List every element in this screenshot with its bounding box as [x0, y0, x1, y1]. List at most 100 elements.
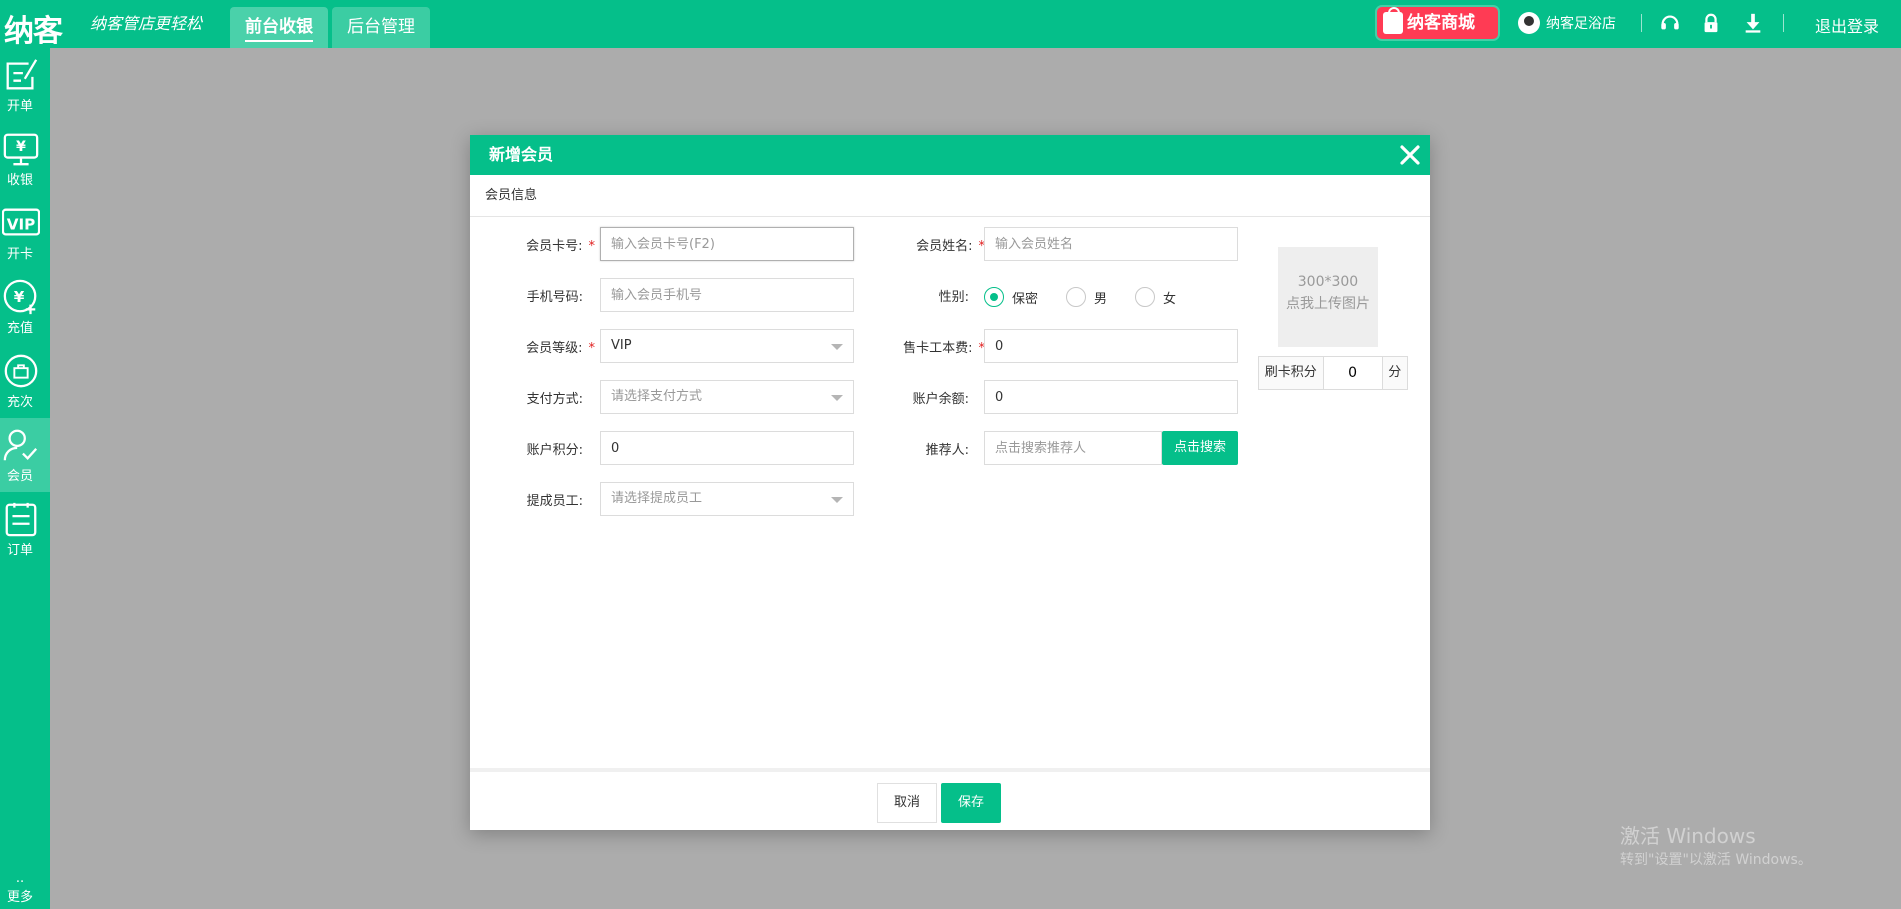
tab-backend-management[interactable]: 后台管理 — [332, 7, 430, 48]
logout-button[interactable]: 退出登录 — [1815, 13, 1879, 37]
order-icon — [5, 502, 37, 537]
select-value: VIP — [611, 338, 632, 353]
user-menu[interactable]: 纳客足浴店 — [1518, 12, 1616, 34]
watermark-line2: 转到"设置"以激活 Windows。 — [1620, 852, 1812, 868]
add-member-dialog: 新增会员 会员信息 会员卡号:* 会员姓名:* 手机号码: 性别: 保密 男 女… — [470, 135, 1430, 830]
sidebar-item-label: 订单 — [6, 543, 33, 558]
photo-upload[interactable]: 300*300 点我上传图片 — [1278, 247, 1378, 347]
sidebar-item-order[interactable]: 订单 — [0, 492, 50, 566]
points-label: 账户积分: — [526, 443, 583, 458]
sidebar-item-open-card[interactable]: VIP 开卡 — [0, 196, 50, 270]
member-name-label: 会员姓名: * — [916, 239, 985, 254]
radio-label: 女 — [1163, 291, 1177, 307]
sidebar-item-open-order[interactable]: 开单 — [0, 48, 50, 122]
dialog-header: 新增会员 — [470, 135, 1430, 175]
radio-dot — [984, 287, 1004, 307]
sidebar-item-label: 开单 — [6, 99, 33, 114]
gender-radio-female[interactable]: 女 — [1135, 287, 1176, 307]
sidebar-more-label: 更多 — [6, 890, 33, 905]
shopping-bag-icon — [1383, 7, 1403, 34]
member-icon — [3, 429, 38, 461]
staff-label: 提成员工: — [526, 494, 583, 509]
chevron-down-icon — [831, 497, 843, 503]
save-button[interactable]: 保存 — [941, 783, 1001, 823]
card-no-input[interactable] — [600, 227, 854, 261]
swipe-points-input[interactable] — [1323, 357, 1382, 389]
gender-radio-male[interactable]: 男 — [1066, 287, 1107, 307]
chevron-down-icon — [831, 344, 843, 350]
svg-text:VIP: VIP — [7, 216, 36, 234]
sidebar-item-label: 充次 — [6, 395, 33, 410]
windows-activation-watermark: 激活 Windows 转到"设置"以激活 Windows。 — [1620, 820, 1812, 869]
sidebar-item-label: 充值 — [6, 321, 33, 336]
vip-card-icon: VIP — [2, 208, 40, 236]
tab-label: 前台收银 — [245, 17, 313, 42]
gender-label: 性别: — [938, 290, 969, 305]
member-level-label: 会员等级: * — [526, 341, 595, 356]
upload-size: 300*300 — [1297, 274, 1359, 290]
select-placeholder: 请选择支付方式 — [611, 389, 703, 404]
section-title: 会员信息 — [470, 175, 1430, 217]
card-fee-input[interactable] — [984, 329, 1238, 363]
sidebar-item-cashier[interactable]: ¥ 收银 — [0, 122, 50, 196]
sidebar-item-label: 收银 — [6, 173, 33, 188]
mall-label: 纳客商城 — [1407, 13, 1475, 33]
sidebar-item-recharge-times[interactable]: 充次 — [0, 344, 50, 418]
cashier-icon: ¥ — [3, 133, 39, 166]
edit-icon — [6, 59, 38, 90]
sidebar-item-member[interactable]: 会员 — [0, 418, 50, 492]
avatar-icon — [1518, 12, 1540, 34]
lock-icon[interactable] — [1700, 12, 1722, 34]
recharge-icon: ¥ — [3, 279, 37, 315]
member-name-input[interactable] — [984, 227, 1238, 261]
tab-front-cashier[interactable]: 前台收银 — [230, 7, 328, 48]
download-icon[interactable] — [1742, 12, 1764, 34]
divider — [1783, 14, 1784, 32]
app-slogan: 纳客管店更轻松 — [90, 14, 203, 33]
search-referrer-button[interactable]: 点击搜索 — [1162, 431, 1238, 465]
balance-label: 账户余额: — [912, 392, 969, 407]
user-name: 纳客足浴店 — [1546, 16, 1616, 32]
sidebar-item-label: 会员 — [6, 469, 33, 484]
referrer-label: 推荐人: — [925, 443, 969, 458]
headset-icon[interactable] — [1659, 12, 1681, 34]
upload-hint: 点我上传图片 — [1286, 296, 1370, 312]
radio-dot — [1066, 287, 1086, 307]
balance-input[interactable] — [984, 380, 1238, 414]
member-level-select[interactable]: VIP — [600, 329, 854, 363]
svg-text:¥: ¥ — [16, 139, 26, 155]
top-bar: 纳客 纳客管店更轻松 前台收银 后台管理 纳客商城 纳客足浴店 退出登录 — [0, 0, 1901, 49]
staff-select[interactable]: 请选择提成员工 — [600, 482, 854, 516]
sidebar: 开单 ¥ 收银 VIP 开卡 ¥ 充值 充次 会员 订单 ·· 更多 — [0, 48, 50, 909]
sidebar-more-button[interactable]: ·· 更多 — [0, 876, 40, 905]
radio-label: 男 — [1094, 291, 1108, 307]
card-fee-label: 售卡工本费: * — [903, 341, 985, 356]
phone-input[interactable] — [600, 278, 854, 312]
divider — [1641, 14, 1642, 32]
phone-label: 手机号码: — [526, 290, 583, 305]
points-input[interactable] — [600, 431, 854, 465]
close-icon[interactable] — [1398, 143, 1422, 167]
swipe-points-group: 刷卡积分 分 — [1258, 356, 1408, 390]
watermark-line1: 激活 Windows — [1620, 824, 1756, 848]
svg-text:¥: ¥ — [14, 288, 25, 306]
mall-button[interactable]: 纳客商城 — [1377, 7, 1498, 39]
sidebar-item-recharge[interactable]: ¥ 充值 — [0, 270, 50, 344]
chevron-down-icon — [831, 395, 843, 401]
dialog-title: 新增会员 — [489, 145, 554, 164]
select-placeholder: 请选择提成员工 — [611, 491, 703, 506]
swipe-points-label: 刷卡积分 — [1259, 357, 1324, 389]
app-logo: 纳客 — [4, 14, 63, 49]
swipe-points-unit: 分 — [1381, 357, 1407, 389]
tab-label: 后台管理 — [347, 17, 415, 37]
sidebar-item-label: 开卡 — [6, 247, 33, 262]
referrer-input[interactable] — [984, 431, 1162, 465]
radio-dot — [1135, 287, 1155, 307]
dialog-footer: 取消 保存 — [470, 768, 1430, 830]
bag-icon — [4, 354, 38, 388]
radio-label: 保密 — [1012, 291, 1039, 307]
cancel-button[interactable]: 取消 — [877, 783, 937, 823]
payment-label: 支付方式: — [526, 392, 583, 407]
gender-radio-secret[interactable]: 保密 — [984, 287, 1038, 307]
payment-select[interactable]: 请选择支付方式 — [600, 380, 854, 414]
